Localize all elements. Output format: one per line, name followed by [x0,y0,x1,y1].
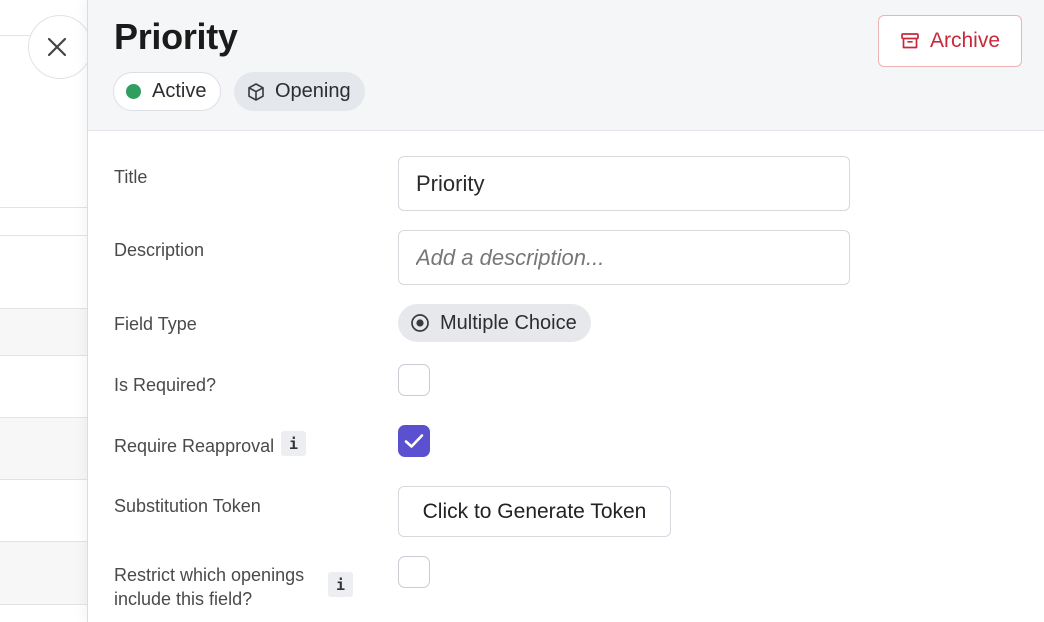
title-label: Title [114,167,148,187]
field-detail-drawer: Priority Active Opening Archive Title Pr… [87,0,1044,622]
field-type-label: Field Type [114,314,197,334]
restrict-openings-label: Restrict which openings include this fie… [114,563,304,611]
background-row [0,417,90,479]
radio-button-icon [410,313,430,333]
substitution-token-label: Substitution Token [114,496,261,516]
background-row [0,604,90,622]
scope-badge: Opening [234,72,365,111]
background-row [0,479,90,541]
title-input[interactable] [398,156,850,211]
field-type-badge: Multiple Choice [398,304,591,342]
require-reapproval-label: Require Reapproval [114,436,275,456]
page-title: Priority [114,16,238,57]
close-icon [46,36,68,58]
status-badge: Active [113,72,222,111]
close-drawer-button[interactable] [28,15,92,79]
require-reapproval-checkbox[interactable] [398,425,430,457]
description-input[interactable] [398,230,850,285]
restrict-openings-checkbox[interactable] [398,556,430,588]
background-row [0,207,90,235]
status-dot-icon [126,84,141,99]
archive-button[interactable]: Archive [878,15,1022,67]
is-required-checkbox[interactable] [398,364,430,396]
background-row [0,355,90,417]
restrict-openings-label-line1: Restrict which openings [114,565,305,585]
status-badge-label: Active [152,80,207,102]
restrict-openings-label-line2: include this field? [114,589,253,609]
archive-button-label: Archive [929,29,1001,52]
is-required-label: Is Required? [114,375,217,395]
field-type-value: Multiple Choice [440,311,577,334]
scope-badge-label: Opening [275,80,351,102]
archive-box-icon [900,31,920,51]
generate-token-button-label: Click to Generate Token [422,499,647,523]
info-icon[interactable]: i [328,572,353,597]
background-row [0,308,90,355]
info-icon[interactable]: i [281,431,306,456]
checkmark-icon [404,434,424,448]
generate-token-button[interactable]: Click to Generate Token [398,486,671,537]
drawer-header: Priority Active Opening Archive [88,0,1044,131]
background-row [0,541,90,604]
cube-icon [246,82,266,102]
description-label: Description [114,240,205,260]
background-list [0,0,90,622]
background-row [0,235,90,308]
